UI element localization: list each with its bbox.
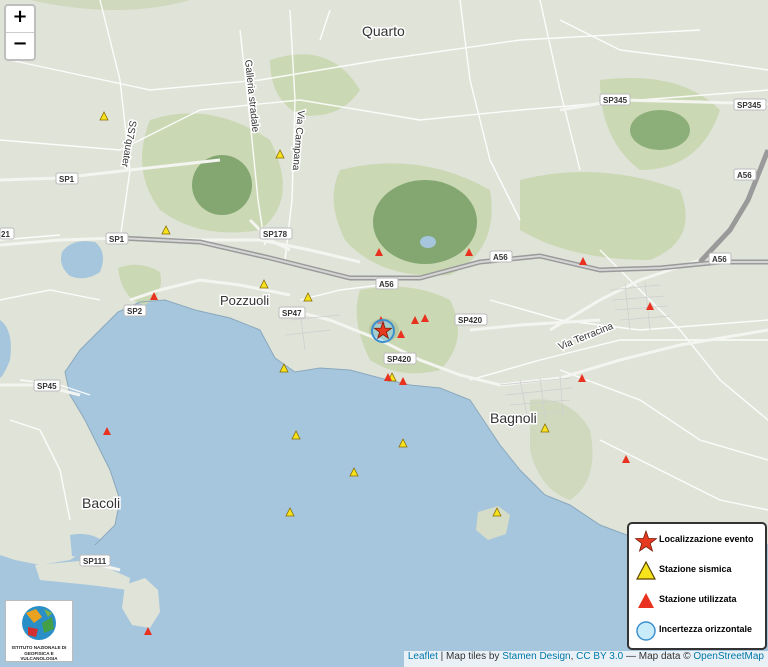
red-triangle-icon: [638, 593, 654, 608]
road-label-sp1-b: SP1: [109, 235, 125, 244]
road-label-a56-4: A56: [712, 255, 727, 264]
logo-text: ISTITUTO NAZIONALE DI GEOFISICA E VULCAN…: [11, 645, 67, 661]
map-container[interactable]: SP345 SP345 A56 SP1 21 SP1 SP178 A56 A56…: [0, 0, 768, 667]
road-label-sp47: SP47: [282, 309, 302, 318]
legend-item-event: Localizzazione evento: [629, 528, 765, 556]
legend-item-station: Stazione sismica: [629, 558, 765, 586]
road-label-sp1-a: SP1: [59, 175, 75, 184]
place-label-bagnoli: Bagnoli: [490, 410, 537, 426]
zoom-in-button[interactable]: +: [6, 6, 34, 32]
lake-lucrino: [61, 241, 104, 279]
attribution-text-2: — Map data ©: [623, 651, 694, 662]
crater-campiglione: [192, 155, 252, 215]
zoom-out-button[interactable]: −: [6, 32, 34, 59]
road-label-sp345-b: SP345: [737, 101, 762, 110]
road-label-sp178: SP178: [263, 230, 288, 239]
crater-astroni-lake: [420, 236, 436, 248]
road-label-sp420-a: SP420: [458, 316, 483, 325]
place-label-quarto: Quarto: [362, 23, 405, 39]
legend-item-uncertainty: Incertezza orizzontale: [629, 618, 765, 646]
uncertainty-circle-icon: [636, 621, 656, 641]
crater-astroni: [373, 180, 477, 264]
place-label-bacoli: Bacoli: [82, 495, 120, 511]
road-label-a56-3: A56: [493, 253, 508, 262]
stamen-link[interactable]: Stamen Design: [502, 651, 570, 662]
road-label-sp45: SP45: [37, 382, 57, 391]
legend-label-used-station: Stazione utilizzata: [659, 594, 737, 604]
legend-label-station: Stazione sismica: [659, 564, 732, 574]
place-label-pozzuoli: Pozzuoli: [220, 293, 269, 308]
crater-agnano: [630, 110, 690, 150]
road-label-cut-edge: 21: [1, 230, 10, 239]
road-label-a56-2: A56: [379, 280, 394, 289]
road-label-sp2: SP2: [127, 307, 143, 316]
zoom-control: + −: [4, 4, 36, 61]
event-star-icon: [635, 530, 657, 552]
road-label-sp111: SP111: [83, 557, 107, 566]
ingv-globe-icon: [22, 606, 56, 640]
map-attribution: Leaflet | Map tiles by Stamen Design, CC…: [403, 651, 768, 667]
road-label-sp420-b: SP420: [387, 355, 412, 364]
road-label-a56-1: A56: [737, 171, 752, 180]
ingv-logo: ISTITUTO NAZIONALE DI GEOFISICA E VULCAN…: [5, 600, 73, 662]
legend-item-used-station: Stazione utilizzata: [629, 588, 765, 616]
legend-label-event: Localizzazione evento: [659, 534, 754, 544]
ccby-link[interactable]: CC BY 3.0: [576, 651, 623, 662]
leaflet-link[interactable]: Leaflet: [408, 651, 438, 662]
road-label-sp345-a: SP345: [603, 96, 628, 105]
attribution-text-1: | Map tiles by: [437, 651, 503, 662]
map-legend: Localizzazione evento Stazione sismica S…: [627, 522, 767, 650]
legend-label-uncertainty: Incertezza orizzontale: [659, 624, 753, 634]
osm-link[interactable]: OpenStreetMap: [693, 651, 764, 662]
yellow-triangle-icon: [636, 560, 656, 580]
